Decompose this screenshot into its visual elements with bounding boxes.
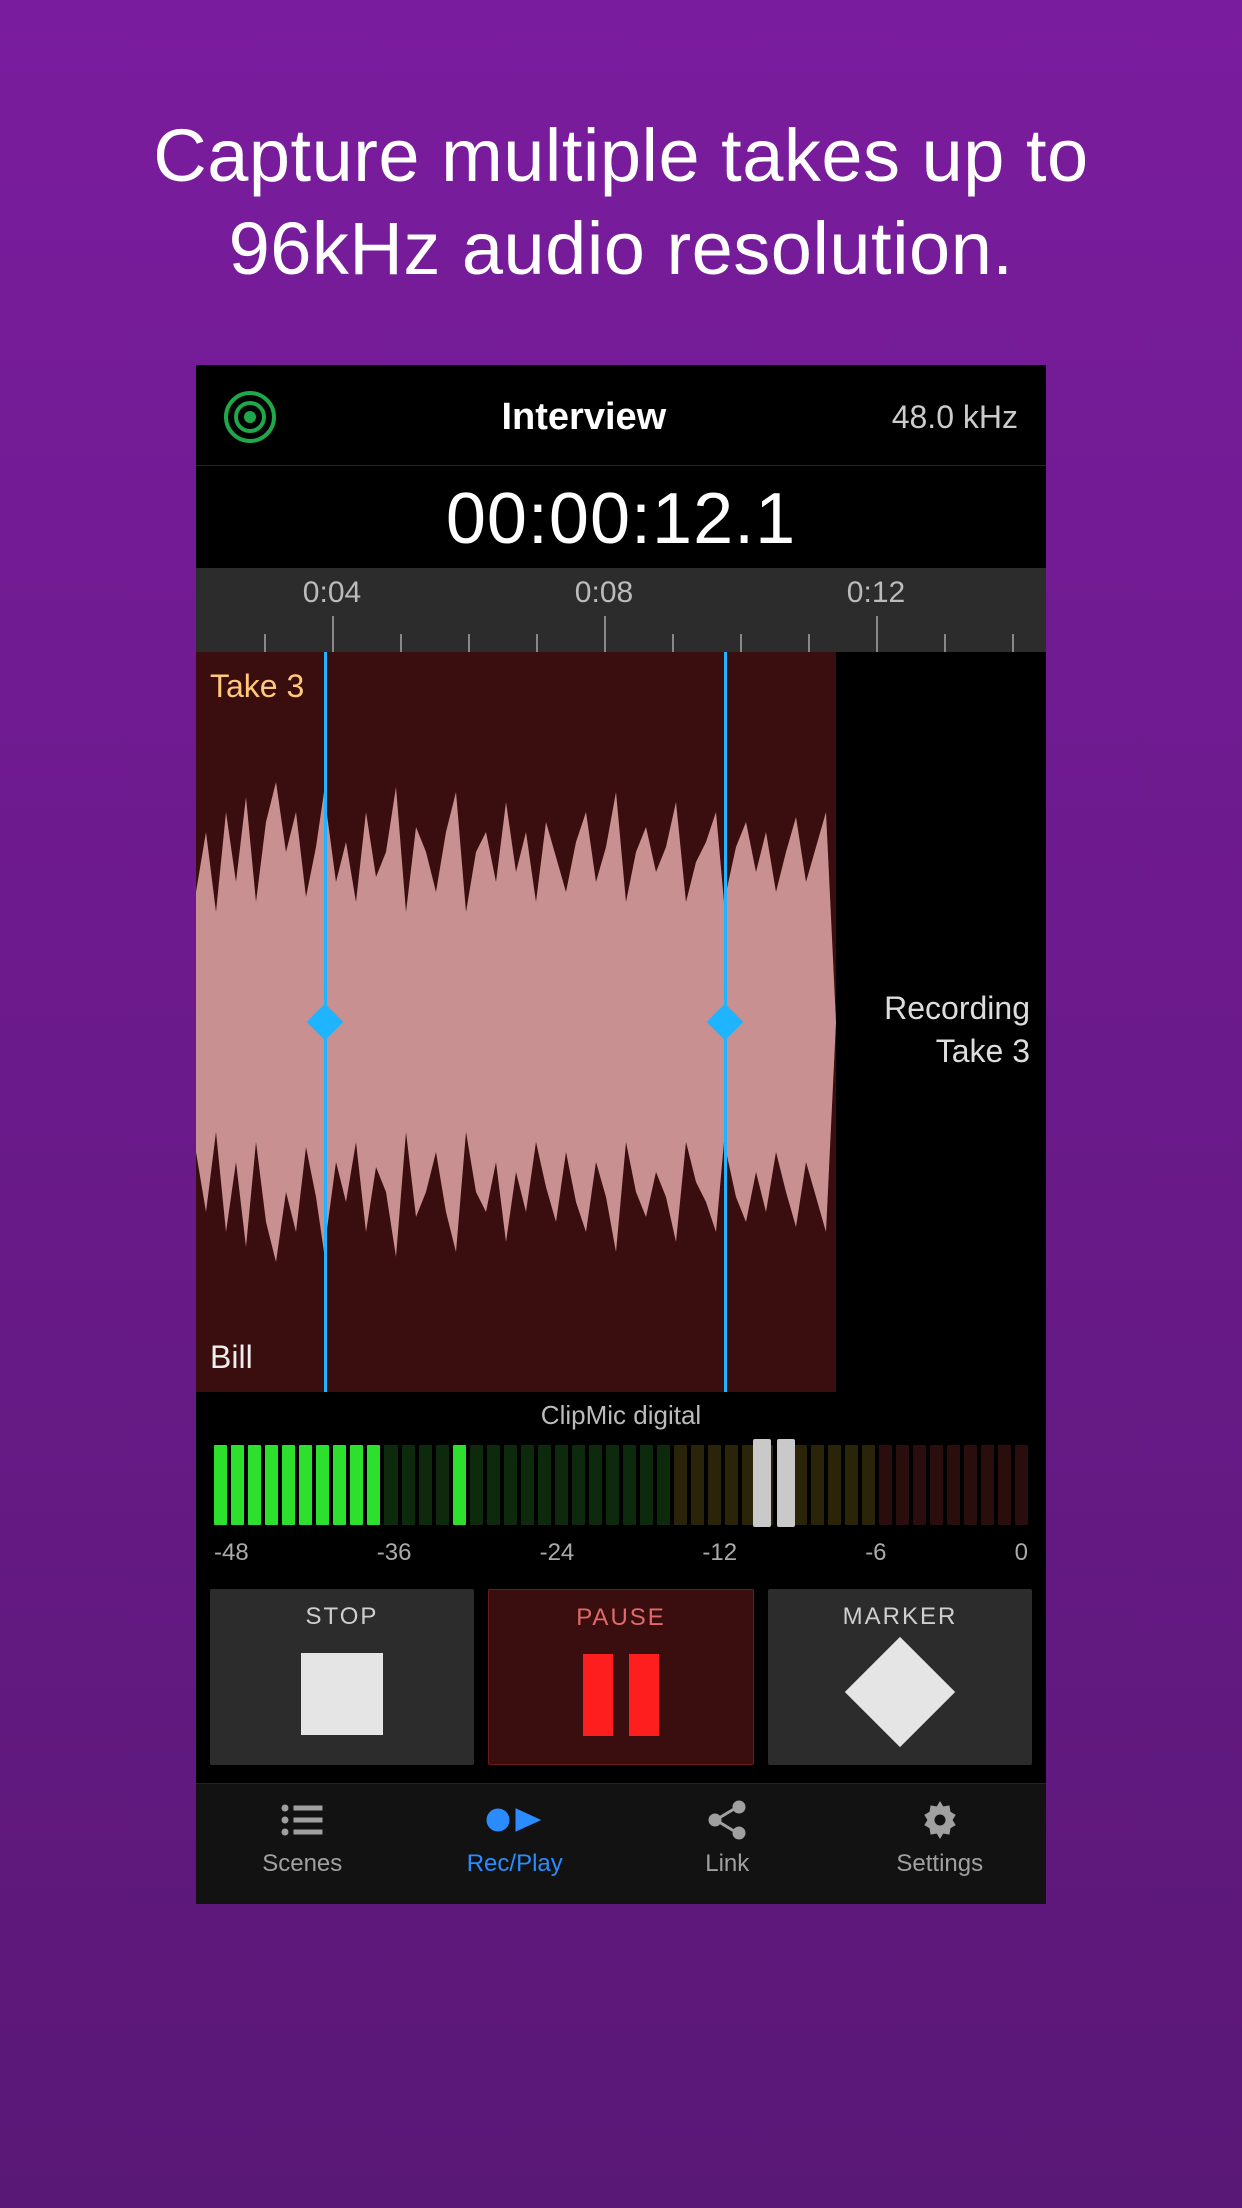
app-screen: Interview 48.0 kHz 00:00:12.1 0:04 0:08 … [196, 365, 1046, 1904]
tab-label: Link [705, 1850, 749, 1878]
tab-link[interactable]: Link [621, 1798, 834, 1878]
stop-button[interactable]: STOP [210, 1589, 474, 1765]
stop-icon [301, 1653, 383, 1735]
marker-label: MARKER [843, 1603, 958, 1631]
ruler-label: 0:04 [303, 576, 361, 610]
waveform-view[interactable]: Take 3 Bill RecordingTake 3 [196, 652, 1046, 1392]
ruler-label: 0:12 [847, 576, 905, 610]
header-bar: Interview 48.0 kHz [196, 365, 1046, 466]
rec-play-icon [486, 1798, 544, 1842]
track-name-label: Bill [210, 1339, 253, 1376]
meter-scale: -48 -36 -24 -12 -6 0 [196, 1535, 1046, 1577]
scene-title[interactable]: Interview [501, 396, 666, 439]
marker-button[interactable]: MARKER [768, 1589, 1032, 1765]
list-icon [280, 1798, 324, 1842]
timecode-display: 00:00:12.1 [196, 466, 1046, 568]
recording-status-label: RecordingTake 3 [884, 987, 1030, 1073]
promo-headline: Capture multiple takes up to 96kHz audio… [0, 0, 1242, 355]
tab-bar: Scenes Rec/Play Link [196, 1783, 1046, 1904]
time-ruler[interactable]: 0:04 0:08 0:12 [196, 568, 1046, 652]
input-device-label: ClipMic digital [196, 1392, 1046, 1437]
transport-controls: STOP PAUSE MARKER [196, 1577, 1046, 1783]
gain-fader[interactable] [753, 1439, 795, 1527]
marker-icon [845, 1637, 955, 1747]
pause-label: PAUSE [576, 1604, 666, 1632]
recording-indicator-icon [224, 391, 276, 443]
level-meter[interactable] [196, 1437, 1046, 1535]
gear-icon [919, 1798, 961, 1842]
pause-icon [583, 1654, 659, 1736]
tab-settings[interactable]: Settings [834, 1798, 1047, 1878]
sample-rate-label[interactable]: 48.0 kHz [892, 399, 1018, 436]
tab-rec-play[interactable]: Rec/Play [409, 1798, 622, 1878]
take-label: Take 3 [210, 668, 304, 705]
tab-scenes[interactable]: Scenes [196, 1798, 409, 1878]
tab-label: Settings [896, 1850, 983, 1878]
pause-button[interactable]: PAUSE [488, 1589, 754, 1765]
stop-label: STOP [306, 1603, 379, 1631]
ruler-label: 0:08 [575, 576, 633, 610]
tab-label: Rec/Play [467, 1850, 563, 1878]
tab-label: Scenes [262, 1850, 342, 1878]
share-icon [706, 1798, 748, 1842]
